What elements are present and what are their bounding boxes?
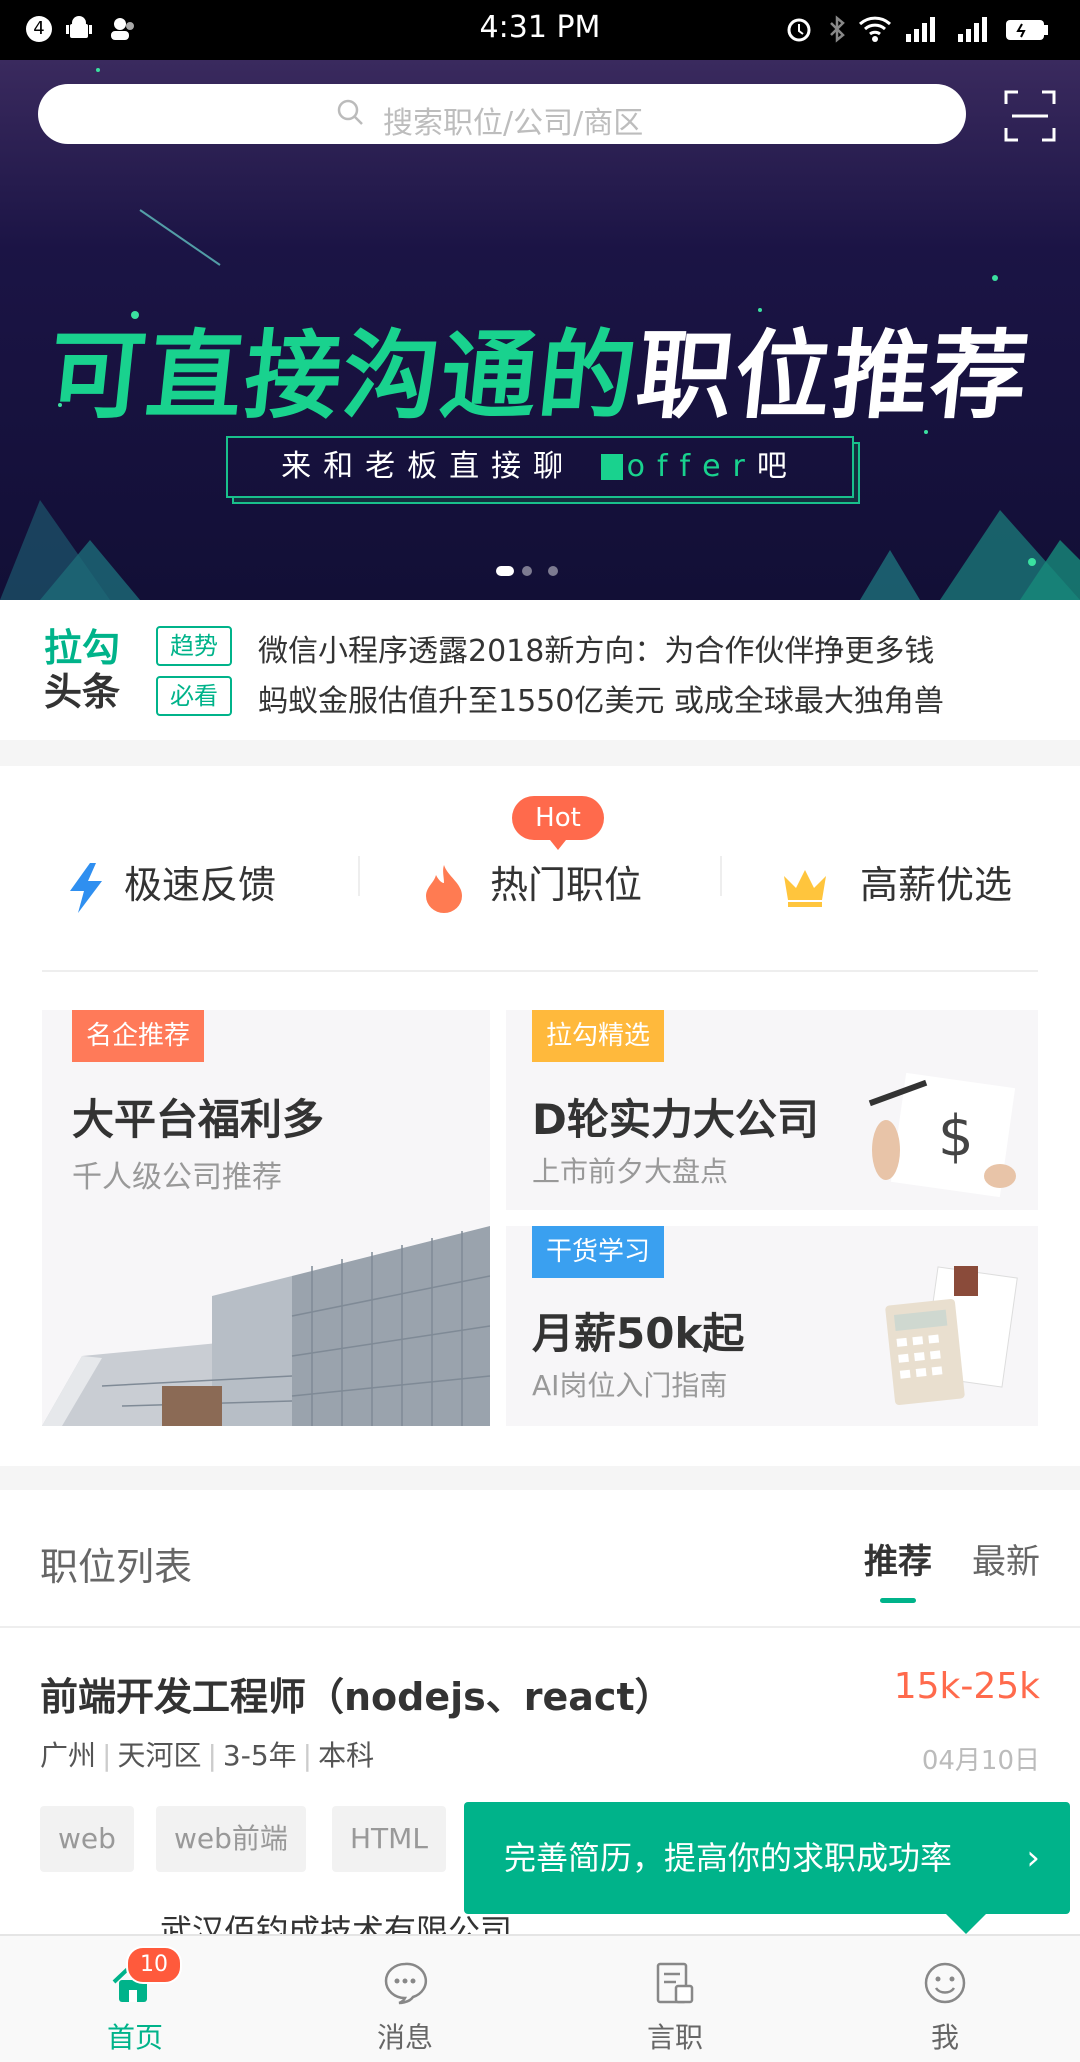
divider xyxy=(42,970,1038,972)
job-list-header: 职位列表 推荐 最新 xyxy=(0,1490,1080,1626)
banner-subtitle-post: 吧 xyxy=(756,449,799,484)
calculator-image xyxy=(885,1266,1018,1405)
headlines-section: 拉勾 头条 趋势 微信小程序透露2018新方向：为合作伙伴挣更多钱 必看 蚂蚁金… xyxy=(0,600,1080,740)
job-tag: web xyxy=(40,1806,134,1872)
nav-messages[interactable]: 消息 xyxy=(270,1936,540,2062)
carousel-dot[interactable] xyxy=(496,566,514,576)
job-city: 广州 xyxy=(40,1739,97,1772)
nav-label: 消息 xyxy=(376,2021,433,2054)
card-tag: 干货学习 xyxy=(532,1226,665,1278)
status-bar: 4 4:31 PM xyxy=(0,0,1080,60)
quick-entry-high-salary[interactable]: 高薪优选 xyxy=(782,854,1012,909)
crown-icon xyxy=(784,869,826,907)
article-icon xyxy=(656,1962,694,2004)
quick-entry-fast-feedback[interactable]: 极速反馈 xyxy=(66,854,276,913)
tab-recommended[interactable]: 推荐 xyxy=(864,1534,932,1583)
search-icon xyxy=(337,99,363,125)
search-placeholder: 搜索职位/公司/商区 xyxy=(383,106,644,141)
wifi-icon xyxy=(858,14,892,44)
divider xyxy=(720,856,722,896)
alarm-icon xyxy=(784,14,814,44)
nav-label: 我 xyxy=(930,2021,959,2054)
flame-icon xyxy=(426,864,462,913)
card-subtitle: 千人级公司推荐 xyxy=(72,1160,282,1195)
scan-icon xyxy=(1004,90,1056,142)
resume-prompt-toast[interactable]: 完善简历，提高你的求职成功率 › xyxy=(464,1802,1070,1934)
job-meta: 广州 | 天河区 | 3-5年 | 本科 xyxy=(40,1739,375,1772)
notification-badge: 10 xyxy=(126,1946,182,1984)
carousel-dot[interactable] xyxy=(522,566,532,576)
carousel-dot[interactable] xyxy=(548,566,558,576)
promo-card-d-round[interactable]: 拉勾精选 D轮实力大公司 上市前夕大盘点 $ xyxy=(506,1010,1038,1210)
toast-text: 完善简历，提高你的求职成功率 xyxy=(504,1839,953,1877)
banner-title: 可直接沟通的职位推荐 xyxy=(0,298,1080,437)
job-list-title: 职位列表 xyxy=(40,1545,193,1589)
job-education: 本科 xyxy=(318,1739,375,1772)
job-date: 04月10日 xyxy=(921,1746,1040,1776)
chevron-right-icon: › xyxy=(1026,1838,1040,1878)
nav-label: 言职 xyxy=(646,2021,703,2054)
job-salary: 15k-25k xyxy=(893,1666,1040,1707)
headline-item[interactable]: 蚂蚁金服估值升至1550亿美元 或成全球最大独角兽 xyxy=(258,676,944,720)
quick-entry-label: 高薪优选 xyxy=(860,863,1013,907)
nav-articles[interactable]: 言职 xyxy=(540,1936,810,2062)
quick-entry-hot-jobs[interactable]: 热门职位 xyxy=(422,854,642,913)
carousel-dots xyxy=(496,566,576,578)
job-tag: web前端 xyxy=(156,1806,306,1872)
headline-item[interactable]: 微信小程序透露2018新方向：为合作伙伴挣更多钱 xyxy=(258,626,934,670)
quick-entry-label: 极速反馈 xyxy=(124,863,277,907)
banner-subtitle: 来和老板直接聊 offer吧 xyxy=(226,436,854,498)
card-tag: 拉勾精选 xyxy=(532,1010,665,1062)
profile-icon xyxy=(924,1962,966,2004)
svg-text:$: $ xyxy=(938,1104,974,1169)
headline-tag: 趋势 xyxy=(156,626,232,666)
job-district: 天河区 xyxy=(117,1739,202,1772)
active-tab-indicator xyxy=(880,1598,916,1603)
job-tag: HTML xyxy=(332,1806,446,1872)
card-title: D轮实力大公司 xyxy=(532,1095,819,1144)
job-title: 前端开发工程师（nodejs、react） xyxy=(40,1675,673,1719)
bluetooth-icon xyxy=(822,14,852,44)
hot-badge: Hot xyxy=(512,796,604,850)
message-icon xyxy=(384,1962,428,2005)
promo-card-learning[interactable]: 干货学习 月薪50k起 AI岗位入门指南 xyxy=(506,1226,1038,1426)
search-input[interactable]: 搜索职位/公司/商区 xyxy=(38,84,966,144)
quick-entry-label: 热门职位 xyxy=(490,863,643,907)
job-experience: 3-5年 xyxy=(222,1739,297,1772)
signal-2-icon xyxy=(956,14,987,44)
tab-latest[interactable]: 最新 xyxy=(972,1534,1040,1583)
nav-label: 首页 xyxy=(106,2021,163,2054)
card-tag: 名企推荐 xyxy=(72,1010,205,1062)
card-title: 月薪50k起 xyxy=(532,1309,745,1358)
card-title: 大平台福利多 xyxy=(72,1095,325,1144)
banner-title-green: 可直接沟通的 xyxy=(43,320,643,432)
banner-title-white: 职位推荐 xyxy=(631,320,1035,432)
divider xyxy=(358,856,360,896)
headlines-logo-line1: 拉勾 xyxy=(44,626,121,670)
headline-tag: 必看 xyxy=(156,676,232,716)
headlines-logo-line2: 头条 xyxy=(44,670,121,714)
lightning-icon xyxy=(70,862,102,913)
nav-profile[interactable]: 我 xyxy=(810,1936,1080,2062)
office-building-image xyxy=(42,1226,490,1426)
signal-1-icon xyxy=(904,14,935,44)
banner-subtitle-pre: 来和老板直接聊 xyxy=(281,449,576,484)
document-icon xyxy=(600,454,623,480)
promo-card-famous-companies[interactable]: 名企推荐 大平台福利多 千人级公司推荐 xyxy=(42,1010,490,1426)
headlines-logo: 拉勾 头条 xyxy=(44,626,120,714)
card-subtitle: 上市前夕大盘点 xyxy=(532,1155,729,1188)
card-subtitle: AI岗位入门指南 xyxy=(532,1369,728,1402)
battery-icon xyxy=(1004,14,1050,44)
scan-button[interactable] xyxy=(1004,90,1056,142)
banner-subtitle-offer: offer xyxy=(626,449,757,484)
money-sign-image: $ xyxy=(868,1072,1016,1198)
